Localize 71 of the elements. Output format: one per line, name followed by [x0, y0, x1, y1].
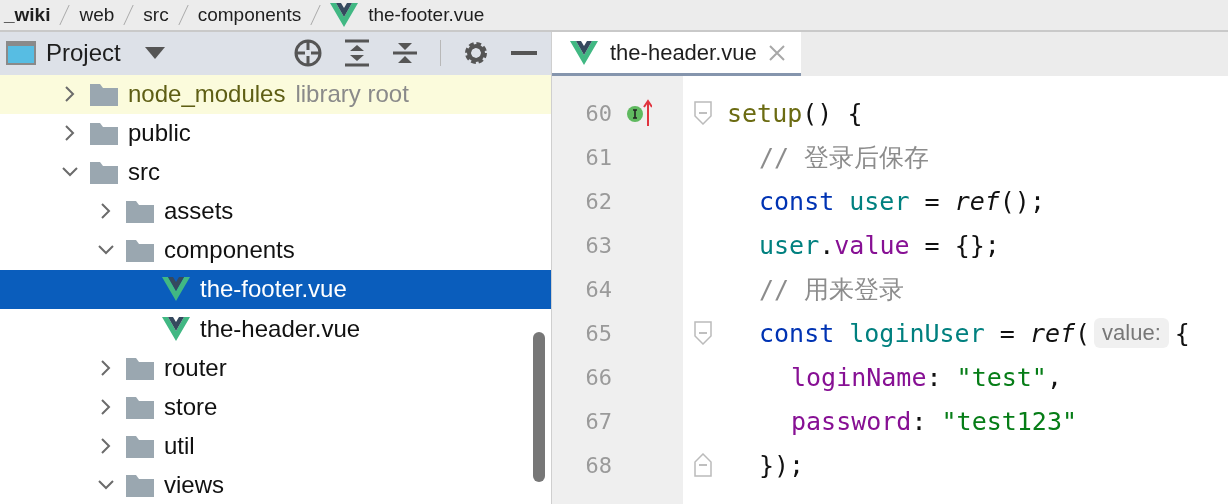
- tree-item[interactable]: assets: [0, 191, 551, 231]
- tree-item[interactable]: components: [0, 230, 551, 270]
- code-line: });: [759, 450, 805, 480]
- folder-icon: [126, 355, 154, 380]
- implements-icon[interactable]: [626, 98, 652, 128]
- code-line: loginName: "test",: [791, 362, 1062, 392]
- settings-icon[interactable]: [463, 40, 489, 67]
- tree-item[interactable]: public: [0, 113, 551, 153]
- tree-item[interactable]: the-header.vue: [0, 309, 551, 348]
- breadcrumb[interactable]: web: [79, 4, 115, 26]
- tree-item[interactable]: src: [0, 152, 551, 192]
- breadcrumb[interactable]: src: [143, 4, 169, 26]
- line-number: 60: [584, 100, 612, 126]
- code-line: user.value = {};: [759, 230, 1000, 260]
- vue-icon: [162, 277, 190, 302]
- item-label: router: [164, 353, 227, 382]
- folder-icon: [126, 472, 154, 497]
- vue-icon: [330, 3, 359, 27]
- folder-icon: [90, 160, 118, 185]
- panel-title[interactable]: Project: [46, 39, 121, 68]
- line-number: 62: [584, 188, 612, 214]
- item-note: library root: [295, 80, 409, 109]
- code-line: // 登录后保存: [759, 141, 930, 174]
- item-label: views: [164, 470, 224, 499]
- code-line: const loginUser = ref( value: {: [759, 318, 1190, 348]
- line-number: 61: [584, 144, 612, 170]
- folder-icon: [90, 82, 118, 107]
- line-number: 63: [584, 232, 612, 258]
- folder-icon: [90, 121, 118, 146]
- tree-item[interactable]: views: [0, 465, 551, 504]
- tree-item[interactable]: the-footer.vue: [0, 270, 551, 309]
- code-line: password: "test123": [791, 406, 1077, 436]
- item-label: store: [164, 392, 218, 421]
- folder-icon: [126, 199, 154, 224]
- item-label: the-footer.vue: [200, 275, 347, 304]
- folder-icon: [126, 238, 154, 263]
- tree-item[interactable]: store: [0, 387, 551, 427]
- crosshair-icon[interactable]: [294, 39, 322, 68]
- window-icon: [6, 41, 36, 66]
- line-number: 65: [584, 320, 612, 346]
- tree-item[interactable]: node_modules library root: [0, 74, 551, 114]
- tree-item[interactable]: router: [0, 348, 551, 388]
- line-number: 68: [584, 452, 612, 478]
- item-label: src: [128, 158, 160, 187]
- vue-icon: [162, 316, 190, 341]
- expand-all-icon[interactable]: [344, 39, 370, 68]
- breadcrumb[interactable]: components: [197, 4, 302, 26]
- line-number: 67: [584, 408, 612, 434]
- line-number: 66: [584, 364, 612, 390]
- item-label: util: [164, 431, 195, 460]
- item-label: components: [164, 236, 295, 265]
- scrollbar[interactable]: [533, 332, 545, 482]
- breadcrumb[interactable]: the-footer.vue: [368, 4, 485, 26]
- item-label: assets: [164, 197, 234, 226]
- item-label: the-header.vue: [200, 314, 361, 343]
- folder-icon: [126, 394, 154, 419]
- minimize-icon[interactable]: [511, 51, 537, 56]
- parameter-hint: value:: [1094, 318, 1169, 348]
- code-line: // 用来登录: [759, 273, 905, 306]
- dropdown-icon[interactable]: [144, 47, 165, 60]
- item-label: node_modules: [128, 80, 286, 109]
- vue-icon: [570, 40, 598, 65]
- code-line: setup() {: [727, 98, 863, 128]
- toolbar-divider: [440, 40, 441, 67]
- editor-tab[interactable]: the-header.vue: [552, 32, 801, 76]
- item-label: public: [128, 119, 191, 148]
- line-number: 64: [584, 276, 612, 302]
- folder-icon: [126, 433, 154, 458]
- tree-item[interactable]: util: [0, 426, 551, 466]
- breadcrumb[interactable]: _wiki: [4, 4, 51, 26]
- code-line: const user = ref();: [759, 186, 1045, 216]
